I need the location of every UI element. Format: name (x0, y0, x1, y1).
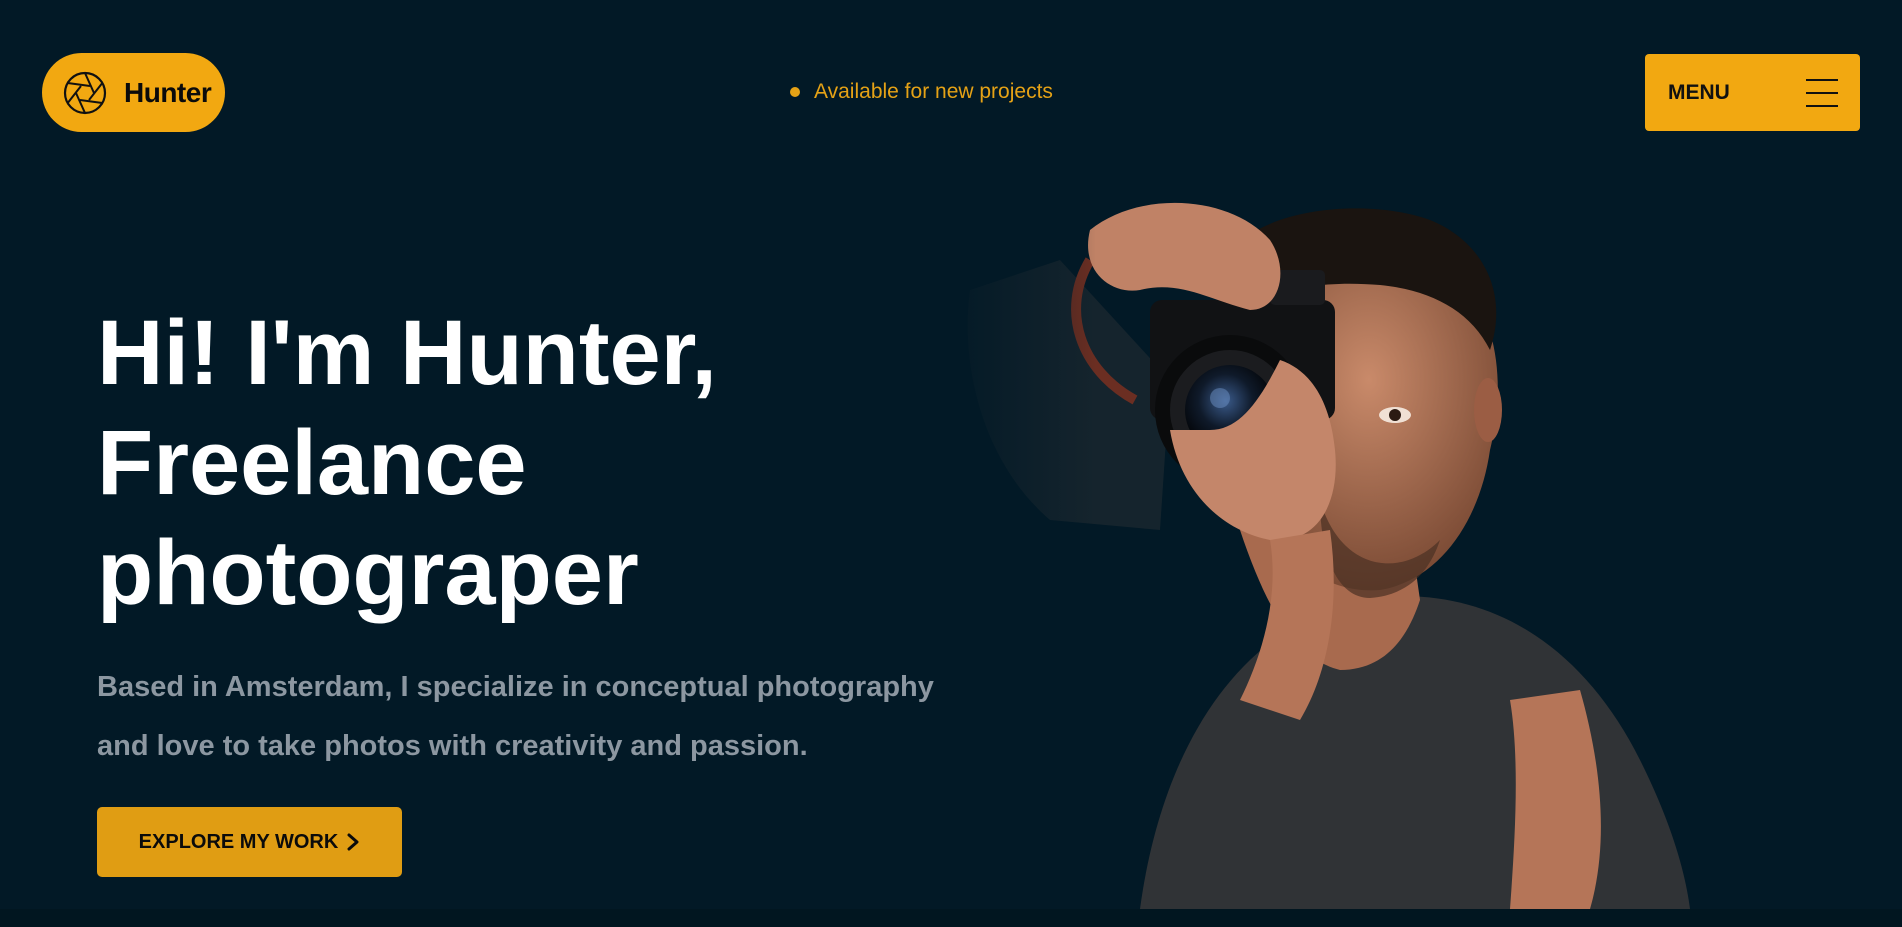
hero-title: Hi! I'm Hunter, Freelance photograper (97, 298, 897, 628)
chevron-right-icon (347, 833, 359, 851)
availability-status: Available for new projects (790, 80, 1053, 104)
hamburger-icon (1806, 78, 1838, 107)
camera-aperture-icon (63, 71, 107, 114)
hero-title-line: photograper (97, 522, 639, 624)
brand-logo[interactable]: Hunter (42, 53, 225, 132)
hero-photographer-image (940, 200, 1720, 909)
explore-work-button[interactable]: EXPLORE MY WORK (97, 807, 402, 877)
hero-subtitle-line: Based in Amsterdam, I specialize in conc… (97, 671, 934, 703)
status-dot-icon (790, 87, 800, 97)
hero-subtitle: Based in Amsterdam, I specialize in conc… (97, 658, 1017, 776)
hero-title-line: Hi! I'm Hunter, (97, 302, 717, 404)
availability-text: Available for new projects (814, 80, 1053, 103)
hero-title-line: Freelance (97, 412, 527, 514)
hero-subtitle-line: and love to take photos with creativity … (97, 730, 808, 762)
section-divider (0, 909, 1902, 927)
brand-name: Hunter (124, 76, 212, 108)
explore-work-label: EXPLORE MY WORK (138, 830, 339, 853)
site-header: Hunter Available for new projects MENU (0, 0, 1902, 185)
menu-button[interactable]: MENU (1645, 54, 1860, 131)
menu-label: MENU (1668, 80, 1730, 104)
